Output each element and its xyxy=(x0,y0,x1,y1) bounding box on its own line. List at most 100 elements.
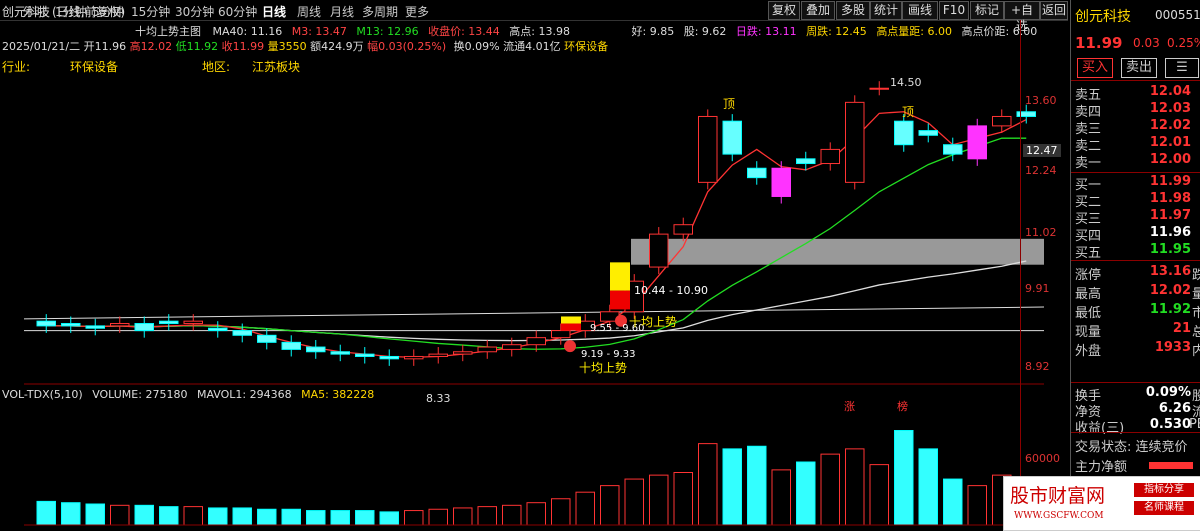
ask-price: 12.02 xyxy=(1149,118,1191,133)
bid-row[interactable]: 买三 11.97 xyxy=(1075,208,1200,227)
ytick: 60000 xyxy=(1025,452,1060,465)
volume-bar xyxy=(698,443,718,526)
candle-body xyxy=(183,320,203,325)
candle-body xyxy=(551,330,571,339)
ask-row[interactable]: 卖五 12.04 xyxy=(1075,84,1200,103)
tab-2[interactable]: 5分钟 xyxy=(92,3,124,20)
tab-8[interactable]: 月线 xyxy=(330,3,354,20)
candle-body xyxy=(894,120,914,146)
bid-row[interactable]: 买五 11.95 xyxy=(1075,242,1200,261)
volume-bar xyxy=(575,491,595,526)
tab-5[interactable]: 60分钟 xyxy=(218,3,257,20)
stat-tail: 跌 xyxy=(1191,268,1200,283)
stat-value: 11.92 xyxy=(1149,302,1191,317)
candle-body xyxy=(943,144,963,155)
candle-body xyxy=(845,101,865,183)
watermark-logo: 股市财富网 指标分享 名师课程 WWW.GSCFW.COM xyxy=(1003,476,1200,531)
vol-name[interactable]: VOL-TDX(5,10) xyxy=(2,388,83,401)
candle-body xyxy=(747,167,767,179)
volume-bar xyxy=(526,502,546,526)
stat2-tail: PE xyxy=(1188,417,1200,432)
buy-button[interactable]: 买入 xyxy=(1077,58,1113,78)
volume-bar xyxy=(918,448,938,526)
candle-body xyxy=(820,148,840,165)
volume-bar xyxy=(257,508,277,526)
toolbar-button-3[interactable]: 统计 xyxy=(870,1,902,20)
bid-row[interactable]: 买二 11.98 xyxy=(1075,191,1200,210)
ask-row[interactable]: 卖三 12.02 xyxy=(1075,118,1200,137)
quote-change-pct: 0.25% xyxy=(1167,36,1200,50)
toolbar-button-5[interactable]: F10 xyxy=(939,1,969,20)
ytick: 9.91 xyxy=(1025,282,1050,295)
signal-label-1: 十均上势 xyxy=(579,361,627,375)
y-axis: 13.60 12.24 11.02 9.91 8.92 60000 40000 … xyxy=(1020,20,1069,529)
ask-price: 12.00 xyxy=(1149,152,1191,167)
tab-0[interactable]: 分时 xyxy=(22,3,46,20)
toolbar-button-2[interactable]: 多股 xyxy=(836,1,870,20)
tab-9[interactable]: 多周期 xyxy=(362,3,398,20)
candle-body xyxy=(428,353,448,357)
tab-4[interactable]: 30分钟 xyxy=(175,3,214,20)
tab-7[interactable]: 周线 xyxy=(297,3,321,20)
ask-row[interactable]: 卖一 12.00 xyxy=(1075,152,1200,171)
quote-change: 0.03 xyxy=(1133,36,1160,50)
volume-bar xyxy=(820,453,840,526)
candle-body xyxy=(649,233,669,268)
resistance-zone xyxy=(631,238,1044,265)
main-net-bar xyxy=(1149,462,1193,469)
stat-value: 1933 xyxy=(1154,340,1191,355)
ytick: 8.92 xyxy=(1025,360,1050,373)
volume-bar xyxy=(600,485,620,526)
volume-bar xyxy=(453,507,473,526)
toolbar-button-1[interactable]: 叠加 xyxy=(801,1,835,20)
volume-bar xyxy=(722,448,742,526)
zone2-label: 9.19 - 9.33 xyxy=(581,349,636,360)
volume-bar xyxy=(232,507,252,526)
candle-body xyxy=(306,346,326,353)
candle-body xyxy=(722,120,742,155)
zone-label: 10.44 - 10.90 xyxy=(634,284,708,297)
toolbar-button-8[interactable]: 返回 xyxy=(1040,1,1068,20)
toolbar-button-0[interactable]: 复权 xyxy=(768,1,800,20)
candle-body xyxy=(281,341,301,350)
quote-stock-code: 000551 xyxy=(1155,8,1200,22)
tab-3[interactable]: 15分钟 xyxy=(131,3,170,20)
candle-body xyxy=(85,325,105,329)
low-label: 8.33 xyxy=(426,392,451,405)
stat2-value: 0.530 xyxy=(1149,417,1191,432)
candle-body xyxy=(673,224,693,235)
ask-row[interactable]: 卖二 12.01 xyxy=(1075,135,1200,154)
toolbar-button-7[interactable]: +自选 xyxy=(1004,1,1040,33)
toolbar-button-6[interactable]: 标记 xyxy=(970,1,1004,20)
tag-bang: 榜 xyxy=(897,399,908,413)
ask-price: 12.03 xyxy=(1149,101,1191,116)
tab-6[interactable]: 日线 xyxy=(262,3,286,20)
volume-bar xyxy=(943,478,963,526)
candle-body xyxy=(208,327,228,332)
ytick: 11.02 xyxy=(1025,226,1057,239)
candle-body xyxy=(967,125,987,160)
tag-zhang: 涨 xyxy=(844,400,855,413)
stat-label: 涨停 xyxy=(1075,268,1102,283)
bid-row[interactable]: 买四 11.96 xyxy=(1075,225,1200,244)
ask-price: 12.04 xyxy=(1149,84,1191,99)
bid-row[interactable]: 买一 11.99 xyxy=(1075,174,1200,193)
candle-body xyxy=(36,320,56,327)
candle-body xyxy=(257,334,277,343)
toolbar-button-4[interactable]: 画线 xyxy=(902,1,938,20)
sell-button[interactable]: 卖出 xyxy=(1121,58,1157,78)
candle-body xyxy=(698,115,718,183)
volume-bar xyxy=(894,430,914,526)
more-button[interactable]: ☰ xyxy=(1165,58,1199,78)
candle-body xyxy=(232,330,252,336)
tab-1[interactable]: 1分钟 xyxy=(55,3,87,20)
volume-legend: VOL-TDX(5,10) VOLUME: 275180 MAVOL1: 294… xyxy=(2,388,374,401)
volume-bar xyxy=(796,461,816,526)
price-chart[interactable]: 顶顶14.508.3310.44 - 10.909.19 - 9.339.55 … xyxy=(0,20,1068,529)
candle-body xyxy=(355,353,375,357)
tab-10[interactable]: 更多 xyxy=(405,3,429,20)
stat-tail: 市 xyxy=(1191,306,1200,321)
ask-row[interactable]: 卖四 12.03 xyxy=(1075,101,1200,120)
stat-tail: 总 xyxy=(1191,325,1200,340)
volume-bar xyxy=(61,502,81,526)
